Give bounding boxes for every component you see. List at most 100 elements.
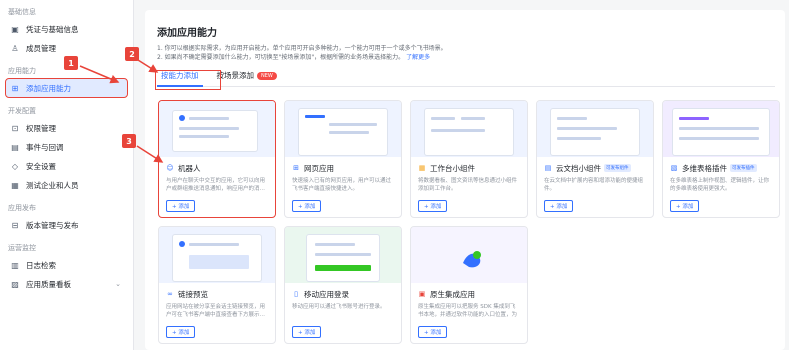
card-thumbnail (285, 227, 401, 283)
link-icon: ∞ (167, 290, 173, 298)
learn-more-link[interactable]: 了解更多 (406, 54, 430, 61)
chart-icon: ▨ (11, 279, 19, 289)
sidebar-item-test-users[interactable]: ▦ 测试企业和人员 (6, 176, 127, 194)
thumbnail-bar (329, 131, 369, 134)
web-icon: ⊞ (293, 164, 299, 172)
sidebar-item-add-capability[interactable]: ⊞ 添加应用能力 (5, 78, 128, 98)
card-title: 机器人 (178, 163, 201, 173)
thumbnail-bar (189, 243, 239, 246)
thumbnail-bar (189, 255, 249, 269)
card-description: 快速接入已有的网页应用，用户可以通过飞书客户端直接快捷进入。 (292, 178, 392, 192)
tab-by-scenario[interactable]: 按场景添加 NEW (213, 70, 281, 86)
card-thumbnail (411, 227, 527, 283)
thumbnail-bar (431, 117, 455, 120)
capability-card-robot[interactable]: ☺ 机器人 与用户在聊天中交互的应用，它可以向用户或群组推送消息通知，响应用户的消… (158, 100, 276, 218)
annotation-3: 3 (122, 134, 136, 148)
mobile-login-icon: ▯ (294, 290, 298, 298)
robot-icon: ☺ (166, 164, 174, 172)
capability-card-web[interactable]: ⊞ 网页应用 快速接入已有的网页应用，用户可以通过飞书客户端直接快捷进入。 + 添… (284, 100, 402, 218)
card-title: 网页应用 (304, 163, 334, 173)
sidebar-section-basic: 基础信息 (8, 8, 36, 16)
add-button[interactable]: + 添加 (292, 200, 322, 212)
card-thumbnail (159, 101, 275, 157)
tab-bar: 按能力添加 按场景添加 NEW (157, 67, 775, 87)
page-title: 添加应用能力 (157, 28, 217, 39)
sidebar-item-label: 测试企业和人员 (26, 180, 79, 190)
card-description: 在多维表格上制作视图、逻辑插件，让你的多维表格使用更强大。 (670, 178, 770, 192)
thumbnail-bar (179, 135, 229, 138)
card-description: 应用网站在被分享至会话主链接预览，用户可在飞书客户端中直接查看下方展示… (166, 304, 266, 318)
thumbnail-bar (557, 117, 587, 120)
sidebar-section-ops: 运营监控 (8, 244, 36, 252)
add-button[interactable]: + 添加 (166, 326, 196, 338)
user-icon: ♙ (11, 43, 19, 53)
thumbnail-bar (305, 115, 325, 118)
sidebar-item-label: 成员管理 (26, 43, 56, 53)
native-app-icon: ▣ (418, 290, 426, 298)
card-title: 工作台小组件 (430, 163, 475, 173)
annotation-1: 1 (64, 56, 78, 70)
capability-card-mobile-login[interactable]: ▯ 移动应用登录 移动应用可以通过飞书账号进行登录。 + 添加 (284, 226, 402, 344)
thumbnail-bar (461, 117, 485, 120)
credential-icon: ▣ (11, 24, 19, 34)
sidebar-section-dev: 开发配置 (8, 107, 36, 115)
sidebar-item-members[interactable]: ♙ 成员管理 (6, 39, 127, 57)
event-icon: ▤ (11, 142, 19, 152)
card-thumbnail (663, 101, 779, 157)
sidebar-item-label: 凭证与基础信息 (26, 24, 79, 34)
add-button[interactable]: + 添加 (418, 326, 448, 338)
table-plugin-icon: ▧ (670, 164, 678, 172)
capability-card-native-app[interactable]: ▣ 原生集成应用 原生集成应用可以把服务 SDK 集成到飞书本地，并通过软件功能的… (410, 226, 528, 344)
sidebar-item-credentials[interactable]: ▣ 凭证与基础信息 (6, 20, 127, 38)
add-button[interactable]: + 添加 (670, 200, 700, 212)
sidebar-item-label: 安全设置 (26, 161, 56, 171)
chevron-down-icon[interactable]: ⌄ (115, 280, 121, 288)
shield-icon: ◇ (11, 161, 19, 171)
sidebar-item-events[interactable]: ▤ 事件与回调 (6, 138, 127, 156)
sidebar-item-label: 事件与回调 (26, 142, 64, 152)
thumbnail-bar (329, 123, 377, 126)
sidebar-item-permissions[interactable]: ⊡ 权限管理 (6, 119, 127, 137)
card-description: 移动应用可以通过飞书账号进行登录。 (292, 304, 386, 310)
thumbnail-bar (557, 127, 617, 130)
version-icon: ⊟ (11, 220, 19, 230)
card-title: 移动应用登录 (304, 289, 349, 299)
tab-highlight-box (155, 70, 221, 90)
sidebar-item-version[interactable]: ⊟ 版本管理与发布 (6, 216, 127, 234)
new-badge: NEW (257, 72, 277, 80)
thumbnail-bar (179, 127, 239, 130)
card-thumbnail (285, 101, 401, 157)
card-description: 与用户在聊天中交互的应用，它可以向用户或群组推送消息通知，响应用户的消… (166, 178, 266, 192)
capability-card-doc-widget[interactable]: ▤ 云文档小组件 可发布组件 在云文档中扩展内容和增添功能的便捷组件。 + 添加 (536, 100, 654, 218)
page-description: 1. 你可以根据实际需求，为应用开启能力。单个应用可开启多种能力，一个能力可用于… (157, 44, 775, 62)
description-line-1: 1. 你可以根据实际需求，为应用开启能力。单个应用可开启多种能力，一个能力可用于… (157, 45, 447, 52)
sidebar-item-security[interactable]: ◇ 安全设置 (6, 157, 127, 175)
sidebar-item-label: 权限管理 (26, 123, 56, 133)
test-icon: ▦ (11, 180, 19, 190)
native-app-illustration (463, 251, 481, 268)
capability-card-link-preview[interactable]: ∞ 链接预览 应用网站在被分享至会话主链接预览，用户可在飞书客户端中直接查看下方展… (158, 226, 276, 344)
sidebar-item-quality[interactable]: ▨ 应用质量看板 ⌄ (6, 275, 127, 293)
add-button[interactable]: + 添加 (166, 200, 196, 212)
sidebar: 基础信息 ▣ 凭证与基础信息 ♙ 成员管理 应用能力 ⊞ 添加应用能力 开发配置… (0, 0, 134, 350)
thumbnail-bar (189, 117, 229, 120)
capability-card-table-plugin[interactable]: ▧ 多维表格插件 可发布插件 在多维表格上制作视图、逻辑插件，让你的多维表格使用更强… (662, 100, 780, 218)
card-thumbnail (411, 101, 527, 157)
add-button[interactable]: + 添加 (292, 326, 322, 338)
add-button[interactable]: + 添加 (418, 200, 448, 212)
thumbnail-bar (679, 137, 759, 140)
add-button[interactable]: + 添加 (544, 200, 574, 212)
card-thumbnail (159, 227, 275, 283)
card-description: 在云文档中扩展内容和增添功能的便捷组件。 (544, 178, 644, 192)
thumbnail-mock (425, 109, 513, 155)
thumbnail-bar (315, 265, 371, 271)
lock-icon: ⊡ (11, 123, 19, 133)
card-badge: 可发布插件 (730, 164, 757, 172)
description-line-2: 2. 如果尚不确定需要添加什么能力，可切换至"按场景添加"，根据所需的业务场景选… (157, 53, 775, 62)
card-title: 链接预览 (178, 289, 208, 299)
thumbnail-bar (679, 117, 709, 120)
sidebar-item-logs[interactable]: ▥ 日志检索 (6, 256, 127, 274)
thumbnail-dot (179, 241, 185, 247)
tab-by-scenario-label: 按场景添加 (216, 71, 255, 80)
capability-card-widget[interactable]: ▦ 工作台小组件 将数据看板、图文资讯等信息通过小组件添加到工作台。 + 添加 (410, 100, 528, 218)
